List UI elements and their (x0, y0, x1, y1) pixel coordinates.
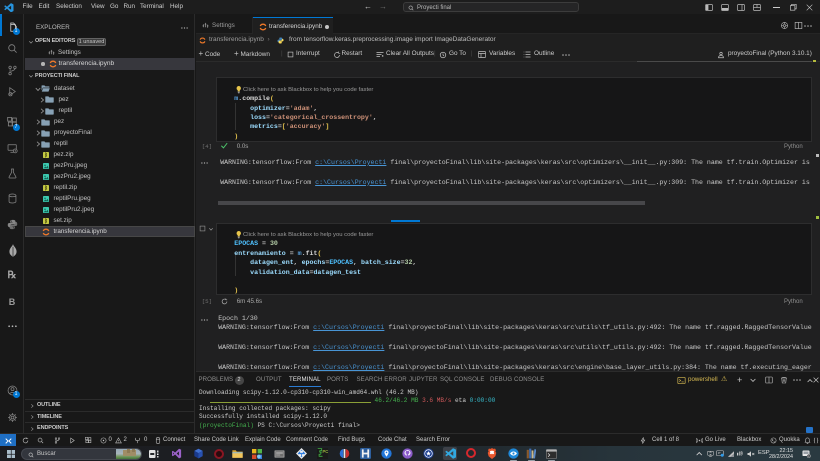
svg-text:PC: PC (323, 449, 329, 454)
